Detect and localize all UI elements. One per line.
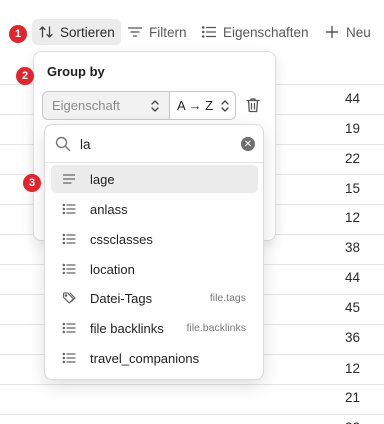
filter-icon xyxy=(127,24,143,40)
option-cssclasses[interactable]: cssclasses xyxy=(51,225,258,253)
table-cell-value: 36 xyxy=(344,330,360,345)
updown-chevron-icon xyxy=(150,99,160,116)
filter-label: Filtern xyxy=(149,24,187,40)
table-row xyxy=(0,384,384,385)
table-cell-value: 44 xyxy=(344,270,360,285)
annotation-badge-1: 1 xyxy=(9,25,27,43)
list-icon xyxy=(201,24,217,40)
option-label: lage xyxy=(90,171,115,187)
properties-label: Eigenschaften xyxy=(223,24,309,40)
option-label: location xyxy=(90,261,135,277)
option-hint: file.backlinks xyxy=(186,322,246,334)
filter-button[interactable]: Filtern xyxy=(127,19,187,45)
option-label: cssclasses xyxy=(90,231,153,247)
plus-icon xyxy=(324,24,340,40)
search-input[interactable]: la xyxy=(80,137,91,152)
table-cell-value: 21 xyxy=(344,390,360,405)
toolbar: Sortieren Filtern Eigenschaften Neu xyxy=(0,19,384,47)
order-select[interactable]: A → Z xyxy=(169,92,235,119)
property-select[interactable]: Eigenschaft xyxy=(43,92,168,119)
option-location[interactable]: location xyxy=(51,255,258,283)
properties-button[interactable]: Eigenschaften xyxy=(201,19,309,45)
text-lines-icon xyxy=(62,172,76,186)
new-label: Neu xyxy=(346,24,371,40)
tags-icon xyxy=(62,291,76,305)
table-cell-value: 22 xyxy=(345,420,360,424)
search-icon xyxy=(55,136,71,152)
popover-title: Group by xyxy=(47,64,105,79)
annotation-badge-3: 3 xyxy=(23,174,41,192)
sort-label: Sortieren xyxy=(60,24,115,40)
property-dropdown: la ✕ lage anlass cssclasses location Dat… xyxy=(44,124,264,380)
option-label: file backlinks xyxy=(90,320,164,336)
trash-icon[interactable] xyxy=(244,96,262,114)
table-cell-value: 15 xyxy=(344,181,360,196)
table-cell-value: 19 xyxy=(344,121,360,136)
option-label: anlass xyxy=(90,201,128,217)
option-label: Datei-Tags xyxy=(90,290,153,306)
option-anlass[interactable]: anlass xyxy=(51,195,258,223)
option-datei-tags[interactable]: Datei-Tags file.tags xyxy=(51,284,258,312)
property-select-placeholder: Eigenschaft xyxy=(52,98,120,113)
sort-arrows-icon xyxy=(38,24,54,40)
option-label: travel_companions xyxy=(90,350,200,366)
property-search[interactable]: la ✕ xyxy=(53,131,257,159)
option-travel-companions[interactable]: travel_companions xyxy=(51,344,258,372)
list-icon xyxy=(62,202,76,216)
clear-search-icon[interactable]: ✕ xyxy=(241,137,255,151)
table-cell-value: 44 xyxy=(344,91,360,106)
option-file-backlinks[interactable]: file backlinks file.backlinks xyxy=(51,314,258,342)
group-by-selector: Eigenschaft A → Z xyxy=(42,91,236,120)
table-cell-value: 45 xyxy=(344,300,360,315)
updown-chevron-icon xyxy=(220,99,230,116)
table-row xyxy=(0,414,384,415)
list-icon xyxy=(62,321,76,335)
sort-button[interactable]: Sortieren xyxy=(32,19,121,45)
table-cell-value: 12 xyxy=(344,361,360,376)
new-button[interactable]: Neu xyxy=(324,19,371,45)
annotation-badge-2: 2 xyxy=(16,67,34,85)
list-icon xyxy=(62,351,76,365)
option-hint: file.tags xyxy=(209,292,246,304)
order-select-value: A → Z xyxy=(177,98,214,113)
table-cell-value: 12 xyxy=(344,210,360,225)
list-icon xyxy=(62,262,76,276)
option-lage[interactable]: lage xyxy=(51,165,258,193)
divider xyxy=(45,162,263,163)
list-icon xyxy=(62,232,76,246)
table-cell-value: 38 xyxy=(344,240,360,255)
table-cell-value: 22 xyxy=(344,151,360,166)
